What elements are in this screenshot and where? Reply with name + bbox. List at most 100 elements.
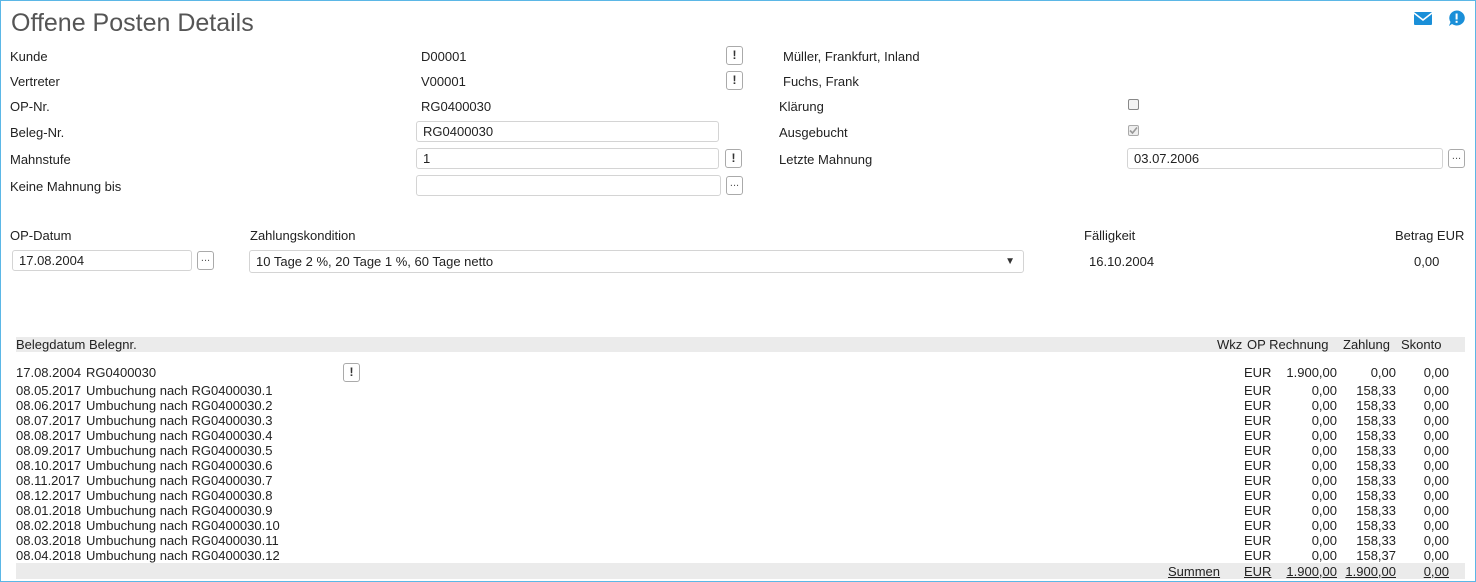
- cell-skonto: 0,00: [1423, 488, 1449, 503]
- cell-wkz: EUR: [1244, 413, 1272, 428]
- checkmark-icon: [1129, 126, 1138, 135]
- cell-wkz: EUR: [1244, 488, 1272, 503]
- cell-wkz: EUR: [1244, 383, 1272, 398]
- table-row: 08.04.2018 Umbuchung nach RG0400030.12 EUR…: [1, 548, 1475, 563]
- table-row: 08.11.2017 Umbuchung nach RG0400030.7 EUR 0…: [1, 473, 1475, 488]
- kunde-value: D00001: [421, 49, 467, 64]
- cell-wkz: EUR: [1244, 458, 1272, 473]
- zahlungskondition-select[interactable]: 10 Tage 2 %, 20 Tage 1 %, 60 Tage netto …: [249, 250, 1024, 273]
- cell-skonto: 0,00: [1423, 518, 1449, 533]
- cell-date: 17.08.2004: [16, 365, 82, 380]
- cell-rechnung: 0,00: [1311, 428, 1337, 443]
- klaerung-label: Klärung: [779, 99, 824, 114]
- cell-rechnung: 0,00: [1311, 488, 1337, 503]
- cell-rechnung: 0,00: [1311, 473, 1337, 488]
- cell-text: RG0400030: [86, 365, 157, 380]
- mahnstufe-label: Mahnstufe: [10, 152, 71, 167]
- table-row: 08.12.2017 Umbuchung nach RG0400030.8 EUR 0…: [1, 488, 1475, 503]
- cell-text: Umbuchung nach RG0400030.9: [86, 503, 273, 518]
- cell-skonto: 0,00: [1423, 473, 1449, 488]
- cell-zahlung: 158,33: [1356, 488, 1396, 503]
- cell-text: Umbuchung nach RG0400030.2: [86, 398, 273, 413]
- info-bubble-icon[interactable]: [1447, 9, 1465, 27]
- op-datum-label: OP-Datum: [10, 228, 72, 243]
- cell-date: 08.11.2017: [16, 473, 81, 488]
- header-skonto: Skonto: [1401, 337, 1442, 352]
- beleg-alert-button[interactable]: !: [343, 363, 360, 382]
- ausgebucht-checkbox[interactable]: [1128, 125, 1139, 136]
- ausgebucht-label: Ausgebucht: [779, 125, 848, 140]
- cell-text: Umbuchung nach RG0400030.3: [86, 413, 273, 428]
- beleg-nr-input[interactable]: RG0400030: [416, 121, 719, 142]
- page-title: Offene Posten Details: [11, 9, 254, 37]
- summen-skonto: 0,00: [1423, 564, 1449, 579]
- table-row: 08.02.2018 Umbuchung nach RG0400030.10 EUR…: [1, 518, 1475, 533]
- cell-wkz: EUR: [1244, 503, 1272, 518]
- cell-skonto: 0,00: [1423, 443, 1449, 458]
- cell-text: Umbuchung nach RG0400030.10: [86, 518, 280, 533]
- kunde-label: Kunde: [10, 49, 48, 64]
- cell-rechnung: 0,00: [1311, 548, 1337, 563]
- cell-wkz: EUR: [1244, 548, 1272, 563]
- cell-date: 08.01.2018: [16, 503, 82, 518]
- cell-text: Umbuchung nach RG0400030.11: [86, 533, 279, 548]
- cell-wkz: EUR: [1244, 428, 1272, 443]
- cell-date: 08.05.2017: [16, 383, 82, 398]
- letzte-mahnung-picker-button[interactable]: ...: [1448, 149, 1465, 168]
- letzte-mahnung-input[interactable]: 03.07.2006: [1127, 148, 1443, 169]
- klaerung-checkbox[interactable]: [1128, 99, 1139, 110]
- vertreter-label: Vertreter: [10, 74, 60, 89]
- cell-skonto: 0,00: [1423, 365, 1449, 380]
- cell-date: 08.09.2017: [16, 443, 82, 458]
- envelope-icon[interactable]: [1414, 9, 1432, 27]
- cell-rechnung: 0,00: [1311, 398, 1337, 413]
- cell-zahlung: 158,33: [1356, 503, 1396, 518]
- summen-label: Summen: [1168, 564, 1221, 579]
- cell-text: Umbuchung nach RG0400030.6: [86, 458, 273, 473]
- op-nr-label: OP-Nr.: [10, 99, 50, 114]
- mahnstufe-input[interactable]: 1: [416, 148, 719, 169]
- cell-wkz: EUR: [1244, 365, 1272, 380]
- cell-skonto: 0,00: [1423, 413, 1449, 428]
- table-row: 08.09.2017 Umbuchung nach RG0400030.5 EUR 0…: [1, 443, 1475, 458]
- header-wkz: Wkz: [1217, 337, 1243, 352]
- table-row: 08.03.2018 Umbuchung nach RG0400030.11 EUR…: [1, 533, 1475, 548]
- cell-zahlung: 158,33: [1356, 398, 1396, 413]
- cell-date: 08.07.2017: [16, 413, 82, 428]
- table-row: 17.08.2004 RG0400030 EUR 1.900,00 0,00 0…: [1, 365, 1475, 380]
- cell-text: Umbuchung nach RG0400030.4: [86, 428, 273, 443]
- cell-wkz: EUR: [1244, 518, 1272, 533]
- op-datum-input[interactable]: 17.08.2004: [12, 250, 192, 271]
- cell-date: 08.06.2017: [16, 398, 82, 413]
- keine-mahnung-label: Keine Mahnung bis: [10, 179, 122, 194]
- cell-wkz: EUR: [1244, 398, 1272, 413]
- table-row: 08.05.2017 Umbuchung nach RG0400030.1 EUR 0…: [1, 383, 1475, 398]
- kunde-alert-button[interactable]: !: [726, 46, 743, 65]
- cell-skonto: 0,00: [1423, 548, 1449, 563]
- cell-wkz: EUR: [1244, 533, 1272, 548]
- cell-date: 08.08.2017: [16, 428, 82, 443]
- cell-skonto: 0,00: [1423, 428, 1449, 443]
- table-row: 08.08.2017 Umbuchung nach RG0400030.4 EUR 0…: [1, 428, 1475, 443]
- cell-text: Umbuchung nach RG0400030.12: [86, 548, 280, 563]
- cell-date: 08.04.2018: [16, 548, 82, 563]
- cell-date: 08.10.2017: [16, 458, 82, 473]
- cell-rechnung: 0,00: [1311, 458, 1337, 473]
- cell-rechnung: 1.900,00: [1286, 365, 1337, 380]
- keine-mahnung-picker-button[interactable]: ...: [726, 176, 743, 195]
- keine-mahnung-input[interactable]: [416, 175, 721, 196]
- letzte-mahnung-label: Letzte Mahnung: [779, 152, 873, 167]
- cell-text: Umbuchung nach RG0400030.1: [86, 383, 273, 398]
- summen-rechnung: 1.900,00: [1286, 564, 1337, 579]
- op-datum-picker-button[interactable]: ...: [197, 251, 214, 270]
- cell-rechnung: 0,00: [1311, 503, 1337, 518]
- header-op-rechnung: OP Rechnung: [1247, 337, 1329, 352]
- cell-zahlung: 158,33: [1356, 413, 1396, 428]
- cell-wkz: EUR: [1244, 443, 1272, 458]
- cell-zahlung: 158,33: [1356, 533, 1396, 548]
- vertreter-alert-button[interactable]: !: [726, 71, 743, 90]
- cell-skonto: 0,00: [1423, 503, 1449, 518]
- summen-zahlung: 1.900,00: [1345, 564, 1396, 579]
- summen-wkz: EUR: [1244, 564, 1272, 579]
- mahnstufe-alert-button[interactable]: !: [725, 149, 742, 168]
